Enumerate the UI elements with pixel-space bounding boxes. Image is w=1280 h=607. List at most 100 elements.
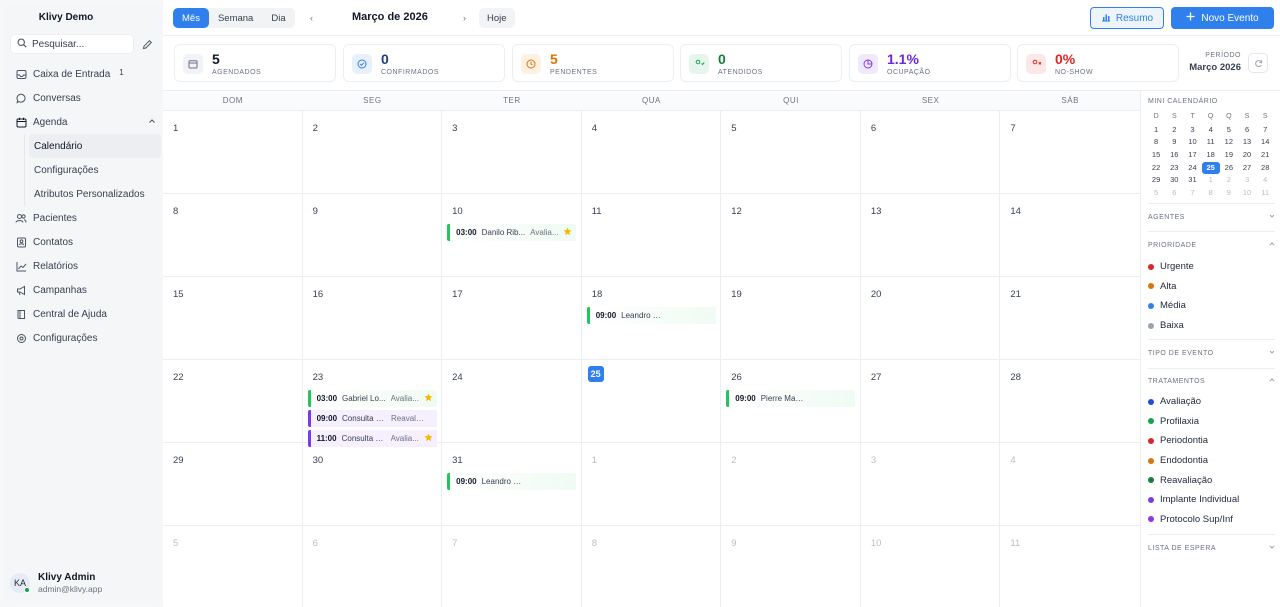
prev-month-button[interactable]: ‹ [310, 13, 313, 23]
mini-day[interactable]: 7 [1256, 124, 1274, 137]
mini-day[interactable]: 11 [1202, 136, 1220, 149]
day-cell[interactable]: 10 03:00 Danilo Rib... Avalia... [442, 194, 582, 277]
sidebar-item-relatorios[interactable]: Relatórios [10, 254, 160, 278]
mini-day[interactable]: 13 [1238, 136, 1256, 149]
mini-day[interactable]: 5 [1147, 187, 1165, 200]
day-cell[interactable]: 5 [721, 111, 861, 194]
day-cell[interactable]: 27 [861, 360, 1001, 443]
mini-day[interactable]: 1 [1202, 174, 1220, 187]
day-cell[interactable]: 4 [1000, 443, 1140, 526]
day-cell[interactable]: 16 [303, 277, 443, 360]
day-cell[interactable]: 26 09:00 Pierre Maciel [721, 360, 861, 443]
sidebar-item-agenda[interactable]: Agenda [10, 110, 160, 134]
day-cell[interactable]: 29 [163, 443, 303, 526]
resumo-button[interactable]: Resumo [1090, 7, 1164, 29]
mini-day[interactable]: 12 [1220, 136, 1238, 149]
day-cell[interactable]: 6 [303, 526, 443, 607]
mini-day[interactable]: 6 [1238, 124, 1256, 137]
day-cell[interactable]: 13 [861, 194, 1001, 277]
mini-day[interactable]: 19 [1220, 149, 1238, 162]
mini-day[interactable]: 30 [1165, 174, 1183, 187]
new-event-button[interactable]: Novo Evento [1171, 7, 1274, 29]
sidebar-item-custom-attributes[interactable]: Atributos Personalizados [29, 182, 161, 206]
sidebar-item-inbox[interactable]: Caixa de Entrada 1 [10, 62, 160, 86]
event-chip[interactable]: 09:00 Pierre Maciel [726, 390, 856, 407]
sidebar-item-central-ajuda[interactable]: Central de Ajuda [10, 302, 160, 326]
tratamento-filter-item[interactable]: Periodontia [1148, 431, 1275, 451]
day-cell[interactable]: 1 [582, 443, 722, 526]
mini-day[interactable]: 31 [1183, 174, 1201, 187]
mini-day[interactable]: 22 [1147, 162, 1165, 175]
mini-day[interactable]: 29 [1147, 174, 1165, 187]
day-cell[interactable]: 3 [861, 443, 1001, 526]
tab-month[interactable]: Mês [173, 8, 209, 28]
day-cell[interactable]: 24 [442, 360, 582, 443]
mini-day[interactable]: 9 [1220, 187, 1238, 200]
mini-day[interactable]: 2 [1165, 124, 1183, 137]
next-month-button[interactable]: › [463, 13, 466, 23]
tratamento-filter-item[interactable]: Endodontia [1148, 451, 1275, 471]
mini-day[interactable]: 10 [1238, 187, 1256, 200]
day-cell[interactable]: 6 [861, 111, 1001, 194]
day-cell[interactable]: 22 [163, 360, 303, 443]
mini-day[interactable]: 2 [1220, 174, 1238, 187]
tratamento-filter-item[interactable]: Profilaxia [1148, 412, 1275, 432]
mini-day[interactable]: 20 [1238, 149, 1256, 162]
event-chip[interactable]: 09:00 Consulta Dr. ... Reavalia... [307, 410, 437, 427]
tratamento-filter-item[interactable]: Implante Individual [1148, 490, 1275, 510]
mini-day[interactable]: 6 [1165, 187, 1183, 200]
mini-day-selected[interactable]: 25 [1201, 161, 1220, 175]
mini-day[interactable]: 4 [1256, 174, 1274, 187]
mini-day[interactable]: 3 [1238, 174, 1256, 187]
day-cell[interactable]: 28 [1000, 360, 1140, 443]
day-cell[interactable]: 1 [163, 111, 303, 194]
sidebar-item-calendario[interactable]: Calendário [29, 134, 161, 158]
day-cell[interactable]: 15 [163, 277, 303, 360]
day-cell[interactable]: 3 [442, 111, 582, 194]
day-cell[interactable]: 7 [442, 526, 582, 607]
tab-week[interactable]: Semana [209, 8, 262, 28]
day-cell[interactable]: 2 [303, 111, 443, 194]
tipo-evento-section[interactable]: TIPO DE EVENTO [1148, 348, 1275, 358]
day-cell[interactable]: 5 [163, 526, 303, 607]
prioridade-filter-item[interactable]: Baixa [1148, 316, 1275, 336]
mini-day[interactable]: 11 [1256, 187, 1274, 200]
sidebar-item-contatos[interactable]: Contatos [10, 230, 160, 254]
mini-day[interactable]: 24 [1183, 162, 1201, 175]
sidebar-item-pacientes[interactable]: Pacientes [10, 206, 160, 230]
mini-day[interactable]: 17 [1183, 149, 1201, 162]
refresh-icon[interactable] [1248, 53, 1268, 73]
day-cell[interactable]: 23 03:00 Gabriel Lo... Avalia... 09:00 Consul… [303, 360, 443, 447]
day-cell[interactable]: 11 [582, 194, 722, 277]
day-cell[interactable]: 14 [1000, 194, 1140, 277]
tratamentos-toggle[interactable]: TRATAMENTOS [1148, 376, 1275, 386]
mini-day[interactable]: 9 [1165, 136, 1183, 149]
prioridade-filter-item[interactable]: Alta [1148, 277, 1275, 297]
day-cell[interactable]: 19 [721, 277, 861, 360]
event-chip[interactable]: 09:00 Leandro Lopes [586, 307, 716, 324]
today-button[interactable]: Hoje [479, 8, 515, 28]
prioridade-filter-item[interactable]: Média [1148, 296, 1275, 316]
tab-day[interactable]: Dia [262, 8, 294, 28]
prioridade-filter-item[interactable]: Urgente [1148, 257, 1275, 277]
event-chip[interactable]: 09:00 Leandro Lopes [447, 473, 577, 490]
mini-day[interactable]: 1 [1147, 124, 1165, 137]
sidebar-item-campanhas[interactable]: Campanhas [10, 278, 160, 302]
mini-day[interactable]: 16 [1165, 149, 1183, 162]
sidebar-item-configuracoes[interactable]: Configurações [10, 326, 160, 350]
search-box[interactable] [10, 34, 134, 54]
day-cell[interactable]: 30 [303, 443, 443, 526]
mini-day[interactable]: 4 [1202, 124, 1220, 137]
mini-day[interactable]: 3 [1183, 124, 1201, 137]
day-cell[interactable]: 31 09:00 Leandro Lopes [442, 443, 582, 526]
sidebar-item-agenda-config[interactable]: Configurações [29, 158, 161, 182]
search-input[interactable] [32, 38, 122, 50]
day-cell[interactable]: 18 09:00 Leandro Lopes [582, 277, 722, 360]
tratamento-filter-item[interactable]: Reavaliação [1148, 470, 1275, 490]
day-cell[interactable]: 9 [721, 526, 861, 607]
mini-day[interactable]: 15 [1147, 149, 1165, 162]
day-cell[interactable]: 12 [721, 194, 861, 277]
day-cell[interactable]: 10 [861, 526, 1001, 607]
day-cell[interactable]: 9 [303, 194, 443, 277]
mini-day[interactable]: 23 [1165, 162, 1183, 175]
